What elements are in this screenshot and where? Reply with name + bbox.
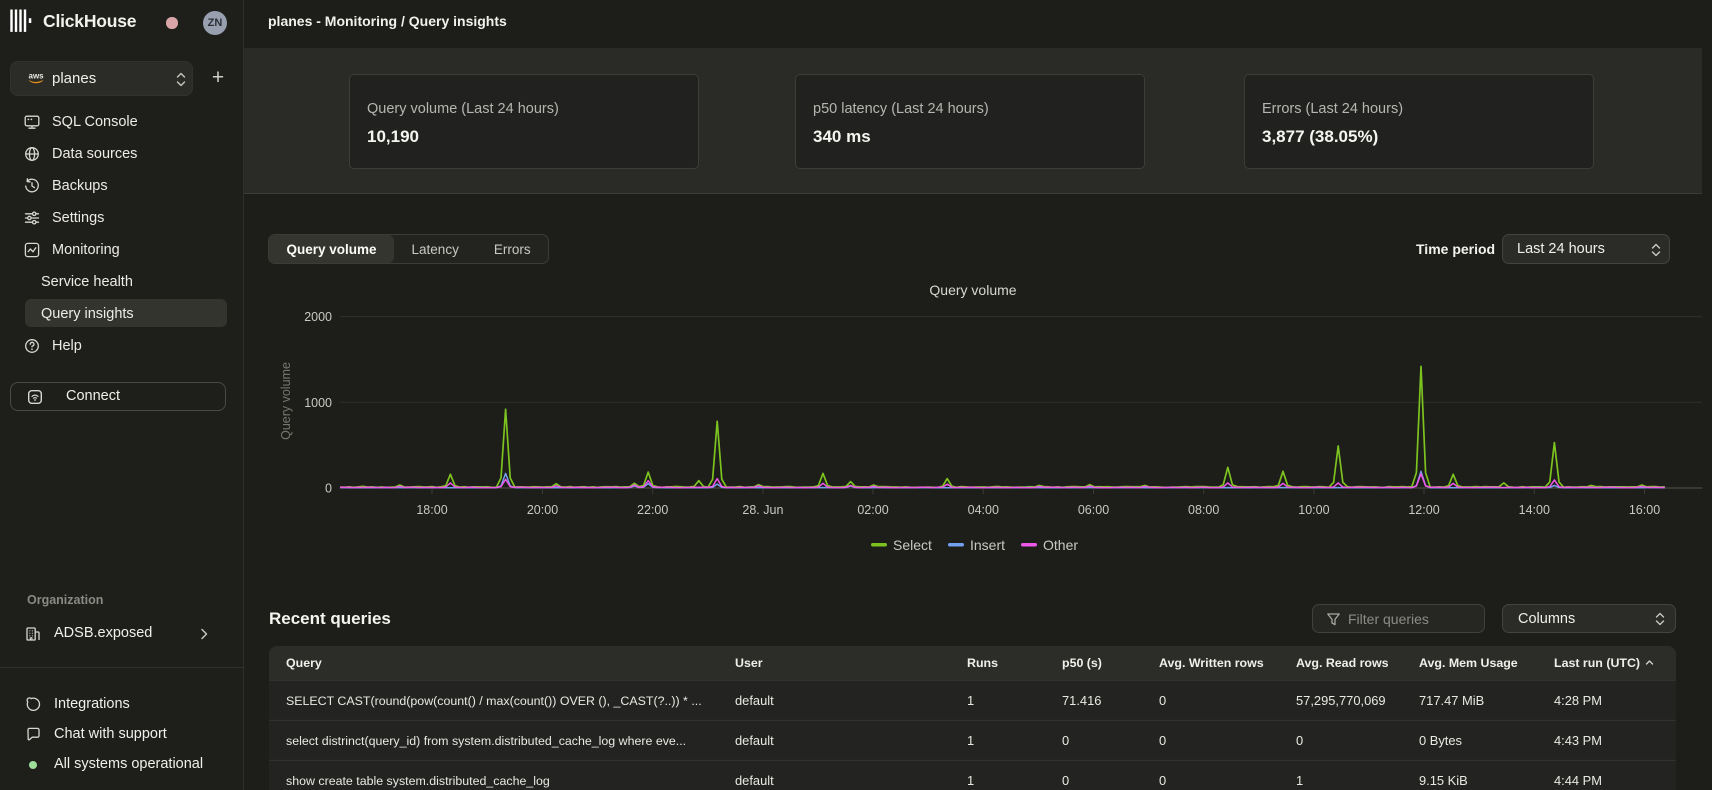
svg-text:1000: 1000: [304, 396, 332, 410]
svg-text:04:00: 04:00: [968, 503, 999, 517]
svg-text:02:00: 02:00: [857, 503, 888, 517]
svg-text:18:00: 18:00: [416, 503, 447, 517]
svg-text:Select: Select: [893, 537, 932, 553]
svg-text:aws: aws: [29, 72, 45, 81]
svg-text:28. Jun: 28. Jun: [742, 503, 783, 517]
svg-text:06:00: 06:00: [1078, 503, 1109, 517]
svg-text:Other: Other: [1043, 537, 1078, 553]
svg-text:12:00: 12:00: [1408, 503, 1439, 517]
svg-text:0: 0: [325, 482, 332, 496]
svg-text:14:00: 14:00: [1519, 503, 1550, 517]
svg-text:16:00: 16:00: [1629, 503, 1660, 517]
svg-text:Query volume: Query volume: [929, 282, 1016, 298]
svg-text:10:00: 10:00: [1298, 503, 1329, 517]
svg-text:20:00: 20:00: [527, 503, 558, 517]
svg-text:08:00: 08:00: [1188, 503, 1219, 517]
svg-text:22:00: 22:00: [637, 503, 668, 517]
svg-text:2000: 2000: [304, 310, 332, 324]
svg-text:Query volume: Query volume: [279, 362, 293, 440]
svg-text:Insert: Insert: [970, 537, 1005, 553]
